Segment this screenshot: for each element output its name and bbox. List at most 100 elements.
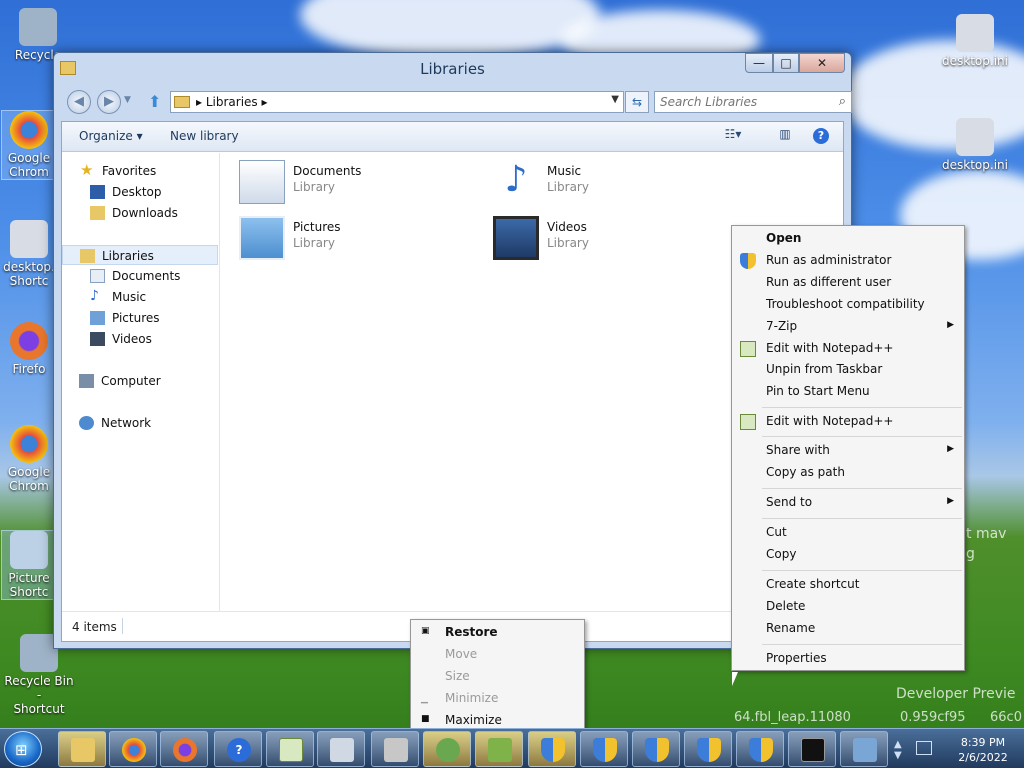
- taskbar-button-installer[interactable]: [371, 731, 419, 767]
- desktop-icon-desktop-ini-shortcut[interactable]: desktop. Shortc: [1, 220, 57, 288]
- menu-item-cut[interactable]: Cut: [734, 522, 962, 544]
- search-icon[interactable]: ⌕: [839, 94, 846, 109]
- new-library-button[interactable]: New library: [170, 129, 239, 143]
- breadcrumb-chevron-icon[interactable]: ▸: [258, 95, 267, 109]
- menu-item-edit-with-notepad[interactable]: Edit with Notepad++: [734, 338, 962, 360]
- taskbar-button-explorer[interactable]: [58, 731, 106, 767]
- up-arrow-icon[interactable]: ⬆: [148, 92, 161, 111]
- taskbar-button-calculator[interactable]: [317, 731, 365, 767]
- menu-item-open[interactable]: Open: [734, 228, 962, 250]
- search-box[interactable]: ⌕: [654, 91, 852, 113]
- nav-documents[interactable]: Documents: [62, 266, 218, 286]
- network-icon: [79, 416, 94, 430]
- breadcrumb-libraries[interactable]: Libraries: [206, 95, 258, 109]
- desktop-icon-google-chrome[interactable]: Google Chrom: [1, 110, 57, 180]
- breadcrumb-chevron-icon[interactable]: ▸: [196, 95, 206, 109]
- system-menu-restore[interactable]: ▣ Restore: [413, 622, 582, 644]
- window-system-menu: ▣ Restore Move Size ▁ Minimize ■ Maximiz…: [410, 619, 585, 731]
- notepad-plus-plus-icon: [279, 738, 303, 762]
- menu-item-run-as-different-user[interactable]: Run as different user: [734, 272, 962, 294]
- taskbar-button-uac-3[interactable]: [632, 731, 680, 767]
- notification-area: ▲ ▼ 8:39 PM 2/6/2022: [894, 731, 1024, 767]
- menu-item-troubleshoot-compatibility[interactable]: Troubleshoot compatibility: [734, 294, 962, 316]
- taskbar-button-uac-4[interactable]: [684, 731, 732, 767]
- nav-pictures[interactable]: Pictures: [62, 308, 218, 328]
- start-button[interactable]: ⊞: [4, 731, 42, 767]
- nav-label: Network: [101, 416, 152, 430]
- address-dropdown-icon[interactable]: ▼: [611, 94, 619, 105]
- nav-computer[interactable]: Computer: [62, 371, 218, 391]
- taskbar-button-help[interactable]: ?: [214, 731, 262, 767]
- menu-item-unpin-from-taskbar[interactable]: Unpin from Taskbar: [734, 359, 962, 381]
- minimize-button[interactable]: —: [745, 53, 773, 73]
- taskbar-button-gecko[interactable]: [423, 731, 471, 767]
- notepad-plus-plus-icon: [740, 341, 756, 357]
- network-tray-icon[interactable]: [916, 741, 932, 755]
- gecko-icon: [436, 738, 460, 762]
- menu-item-properties[interactable]: Properties: [734, 648, 962, 670]
- taskbar-button-uac-2[interactable]: [580, 731, 628, 767]
- menu-item-7-zip[interactable]: 7-Zip ▶: [734, 316, 962, 338]
- organize-button[interactable]: Organize ▾: [79, 129, 143, 143]
- taskbar-button-app[interactable]: [475, 731, 523, 767]
- refresh-button[interactable]: ⇆: [625, 91, 649, 113]
- title-bar[interactable]: Libraries — □ ✕: [54, 53, 851, 87]
- taskbar-button-uac-1[interactable]: [528, 731, 576, 767]
- restore-icon: ▣: [421, 626, 430, 636]
- downloads-folder-icon: [90, 206, 105, 220]
- close-button[interactable]: ✕: [799, 53, 845, 73]
- taskbar-button-cmd[interactable]: [788, 731, 836, 767]
- library-item-music[interactable]: ♪ Music Library: [493, 158, 723, 208]
- watermark-text-2: g: [966, 546, 975, 562]
- view-options-icon[interactable]: ☷▾: [722, 127, 744, 147]
- preview-pane-icon[interactable]: ▥: [774, 127, 796, 147]
- explorer-client-area: Organize ▾ New library ☷▾ ▥ ? ★ Favorite…: [61, 121, 844, 642]
- help-icon[interactable]: ?: [813, 128, 829, 144]
- nav-favorites[interactable]: ★ Favorites: [62, 161, 218, 181]
- desktop-icon-pictures-shortcut[interactable]: Picture Shortc: [1, 530, 57, 600]
- menu-item-share-with[interactable]: Share with ▶: [734, 440, 962, 462]
- menu-item-copy-as-path[interactable]: Copy as path: [734, 462, 962, 484]
- show-hidden-icons-icon[interactable]: ▲ ▼: [894, 739, 902, 761]
- desktop-icon-desktop-ini-2[interactable]: desktop.ini: [940, 118, 1010, 172]
- menu-item-send-to[interactable]: Send to ▶: [734, 492, 962, 514]
- menu-item-edit-with-notepad-2[interactable]: Edit with Notepad++: [734, 411, 962, 433]
- menu-item-run-as-administrator[interactable]: Run as administrator: [734, 250, 962, 272]
- submenu-arrow-icon: ▶: [947, 496, 954, 506]
- back-button[interactable]: ◀: [67, 90, 91, 114]
- taskbar-button-chrome[interactable]: [109, 731, 157, 767]
- recent-pages-dropdown[interactable]: ▼: [124, 95, 131, 105]
- desktop-icon-label-2: Shortc: [9, 274, 49, 288]
- address-bar[interactable]: ▸ Libraries ▸ ▼: [170, 91, 624, 113]
- desktop-icon-label: Google: [7, 465, 51, 479]
- nav-downloads[interactable]: Downloads: [62, 203, 218, 223]
- watermark-text: t mav: [966, 526, 1007, 542]
- nav-network[interactable]: Network: [62, 413, 218, 433]
- taskbar-button-remote-desktop[interactable]: [840, 731, 888, 767]
- clock[interactable]: 8:39 PM 2/6/2022: [948, 735, 1018, 765]
- desktop-icon-google-chrome-2[interactable]: Google Chrom: [1, 425, 57, 493]
- search-input[interactable]: [655, 92, 825, 112]
- menu-item-delete[interactable]: Delete: [734, 596, 962, 618]
- menu-item-pin-to-start-menu[interactable]: Pin to Start Menu: [734, 381, 962, 403]
- nav-libraries[interactable]: Libraries: [62, 245, 218, 265]
- forward-button[interactable]: ▶: [97, 90, 121, 114]
- menu-item-create-shortcut[interactable]: Create shortcut: [734, 574, 962, 596]
- menu-item-copy[interactable]: Copy: [734, 544, 962, 566]
- taskbar-button-firefox[interactable]: [160, 731, 208, 767]
- taskbar-button-uac-5[interactable]: [736, 731, 784, 767]
- desktop-icon-label-2: Chrom: [9, 165, 49, 179]
- library-item-pictures[interactable]: Pictures Library: [239, 214, 469, 264]
- menu-item-rename[interactable]: Rename: [734, 618, 962, 640]
- menu-separator: [762, 436, 962, 437]
- desktop-icon-desktop-ini[interactable]: desktop.ini: [940, 14, 1010, 68]
- settings-file-icon: [956, 14, 994, 52]
- nav-music[interactable]: ♪ Music: [62, 287, 218, 307]
- nav-videos[interactable]: Videos: [62, 329, 218, 349]
- nav-desktop[interactable]: Desktop: [62, 182, 218, 202]
- desktop-icon-firefox[interactable]: Firefo: [1, 322, 57, 376]
- library-item-documents[interactable]: Documents Library: [239, 158, 469, 208]
- library-item-videos[interactable]: Videos Library: [493, 214, 723, 264]
- maximize-button[interactable]: □: [773, 53, 799, 73]
- taskbar-button-notepad-plus-plus[interactable]: [266, 731, 314, 767]
